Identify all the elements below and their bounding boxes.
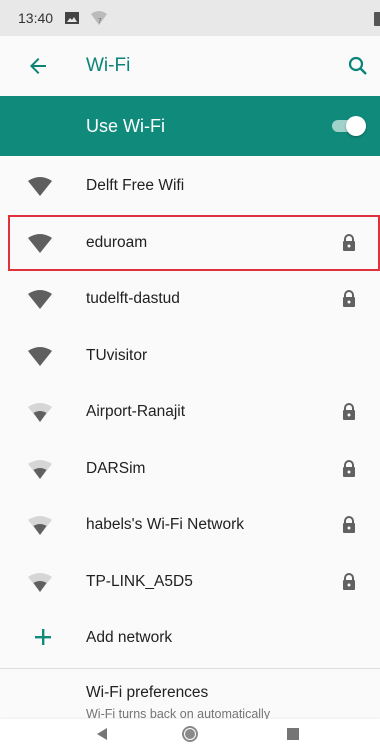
lock-icon [342,572,356,591]
lock-icon [342,290,356,308]
wifi-question-icon: ? [91,11,108,25]
lock-icon [342,403,356,421]
wifi-signal-strong-icon [28,289,52,310]
network-name: Delft Free Wifi [86,177,185,195]
network-row[interactable]: TP-LINK_A5D5 [0,554,380,611]
network-row[interactable]: habels's Wi-Fi Network [0,497,380,554]
battery-icon [374,12,380,26]
arrow-left-icon[interactable] [26,54,50,78]
wifi-signal-weak-icon [28,402,52,423]
page-title: Wi-Fi [86,55,131,76]
toggle-thumb [346,116,366,136]
network-name: Airport-Ranajit [86,403,186,421]
lock-icon [342,233,356,252]
network-name: TP-LINK_A5D5 [86,572,193,590]
status-time: 13:40 [18,10,54,26]
wifi-signal-strong-icon [28,176,52,197]
network-name: tudelft-dastud [86,290,180,308]
network-row[interactable]: Delft Free Wifi [0,158,380,215]
network-name: TUvisitor [86,346,148,364]
network-name: habels's Wi-Fi Network [86,516,244,534]
wifi-preferences-row[interactable]: Wi-Fi preferences Wi-Fi turns back on au… [0,672,380,722]
svg-text:?: ? [98,17,102,25]
lock-icon [342,459,356,478]
wifi-settings-screen: 13:40 ? Wi-Fi Use Wi-Fi Delft Free Wifi … [0,0,380,749]
use-wifi-label: Use Wi-Fi [86,115,165,136]
network-list: Delft Free Wifi eduroam tudelft-dastud T… [0,158,380,610]
plus-icon [32,626,54,648]
preferences-title: Wi-Fi preferences [86,684,209,701]
wifi-signal-strong-icon [28,233,52,253]
image-icon [65,12,80,24]
recents-square-icon[interactable] [278,719,308,749]
network-row[interactable]: Airport-Ranajit [0,384,380,441]
divider [0,668,380,669]
wifi-signal-strong-icon [28,346,52,366]
network-row[interactable]: tudelft-dastud [0,271,380,328]
network-row[interactable]: DARSim [0,441,380,498]
add-network-label: Add network [86,629,173,646]
home-circle-icon[interactable] [175,719,205,749]
lock-icon [342,516,356,534]
add-network-row[interactable]: Add network [0,610,380,666]
back-triangle-icon[interactable] [87,719,117,749]
wifi-signal-weak-icon [28,572,52,592]
navigation-bar [0,719,380,749]
network-name: DARSim [86,459,146,477]
app-bar: Wi-Fi [0,36,380,96]
search-icon[interactable] [346,54,370,78]
use-wifi-row[interactable]: Use Wi-Fi [0,96,380,156]
status-bar: 13:40 ? [0,0,380,36]
wifi-signal-weak-icon [28,515,52,536]
network-name: eduroam [86,233,148,251]
network-row[interactable]: eduroam [8,214,380,271]
network-row[interactable]: TUvisitor [0,328,380,385]
wifi-signal-weak-icon [28,459,52,479]
use-wifi-toggle[interactable] [330,115,366,137]
